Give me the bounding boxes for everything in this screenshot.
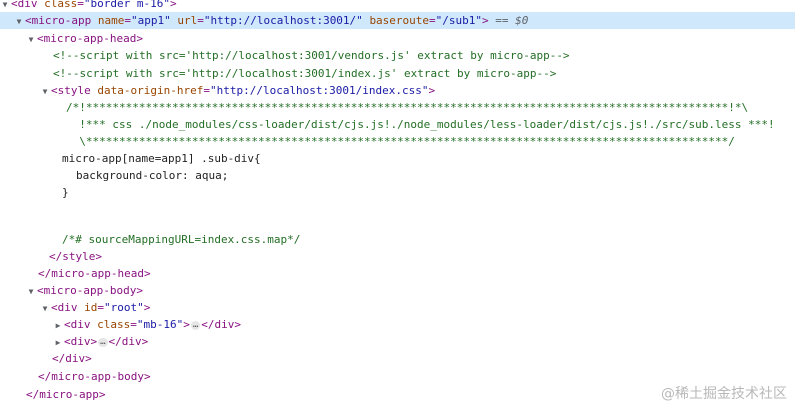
selected-node-indicator: == $0 (495, 14, 529, 27)
expand-triangle-icon[interactable]: ▼ (26, 283, 36, 299)
css-comment-line-3: \***************************************… (66, 135, 735, 148)
close-div-root[interactable]: </div> (0, 350, 795, 367)
css-comment-line-1: /*!*************************************… (66, 101, 749, 114)
css-source-map-comment: /*# sourceMappingURL=index.css.map*/ (62, 233, 301, 246)
close-micro-app-head[interactable]: </micro-app-head> (0, 265, 795, 282)
expand-triangle-icon[interactable]: ▼ (26, 31, 36, 47)
collapsed-children-ellipsis[interactable]: … (98, 338, 108, 347)
css-closing-brace: } (62, 186, 69, 199)
css-comment-line-2: !*** css ./node_modules/css-loader/dist/… (66, 118, 775, 131)
expand-triangle-icon[interactable]: ▼ (0, 0, 10, 12)
node-style[interactable]: ▼ <style data-origin-href="http://localho… (0, 82, 795, 99)
css-declaration: background-color: aqua; (76, 169, 229, 182)
collapsed-children-ellipsis[interactable]: … (190, 321, 201, 330)
expand-triangle-icon[interactable]: ▼ (14, 13, 24, 29)
elements-tree-panel: ▼ <div class="border m-16"> ▼ <micro-app n… (0, 0, 795, 409)
collapse-triangle-icon[interactable]: ▶ (53, 317, 63, 333)
node-div-mb16[interactable]: ▶ <div class="mb-16">… </div> (0, 316, 795, 333)
comment-index-script[interactable]: <!--script with src='http://localhost:30… (0, 65, 795, 82)
expand-triangle-icon[interactable]: ▼ (40, 83, 50, 99)
css-selector: micro-app[name=app1] .sub-div{ (62, 152, 261, 165)
watermark: @稀土掘金技术社区 (661, 386, 787, 402)
node-micro-app-head[interactable]: ▼ <micro-app-head> (0, 30, 795, 47)
node-div-border[interactable]: ▼ <div class="border m-16"> (0, 0, 795, 12)
expand-triangle-icon[interactable]: ▼ (40, 300, 50, 316)
comment-vendors-script[interactable]: <!--script with src='http://localhost:30… (0, 47, 795, 64)
node-div-root[interactable]: ▼ <div id="root"> (0, 299, 795, 316)
node-micro-app-selected[interactable]: ▼ <micro-app name="app1" url="http://loca… (0, 12, 795, 29)
close-style[interactable]: </style> (0, 248, 795, 265)
node-div-collapsed[interactable]: ▶ <div>… </div> (0, 333, 795, 350)
node-micro-app-body[interactable]: ▼ <micro-app-body> (0, 282, 795, 299)
collapse-triangle-icon[interactable]: ▶ (53, 334, 63, 350)
